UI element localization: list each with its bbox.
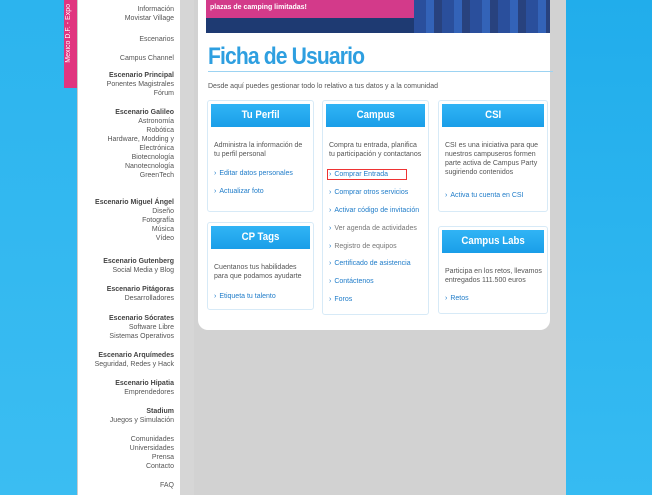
sidebar-item[interactable]: Fórum: [107, 89, 174, 98]
cptags-box: CP Tags Cuentanos tus habilidades para q…: [207, 222, 314, 310]
sidebar-group: Comunidades Universidades Prensa Contacto: [130, 435, 174, 471]
sidebar-group: Stadium Juegos y Simulación: [110, 407, 174, 425]
sidebar-group: Información Movistar Village: [125, 5, 174, 23]
sidebar-group: Escenario Gutenberg Social Media y Blog: [103, 257, 174, 275]
profile-box: Tu Perfil Administra la información de t…: [207, 100, 314, 212]
location-tab-label: Mexico D.F. - Expo: [65, 4, 72, 63]
activate-invitation-link[interactable]: Activar código de invitación: [329, 207, 419, 214]
main-content: plazas de camping limitadas! Ficha de Us…: [194, 0, 566, 495]
sidebar-group-title[interactable]: Escenario Arquímedes: [95, 351, 174, 360]
campus-box-header: Campus: [326, 104, 425, 127]
update-photo-link[interactable]: Actualizar foto: [214, 188, 263, 195]
sidebar-group-title[interactable]: Escenario Gutenberg: [103, 257, 174, 266]
forums-link[interactable]: Foros: [329, 296, 352, 303]
sidebar-item[interactable]: GreenTech: [107, 171, 174, 180]
location-tab[interactable]: Mexico D.F. - Expo: [64, 0, 77, 88]
sidebar-item[interactable]: Desarrolladores: [107, 294, 174, 303]
sidebar-item[interactable]: Sistemas Operativos: [109, 332, 174, 341]
cptags-box-desc: Cuentanos tus habilidades para que podam…: [214, 264, 302, 280]
sidebar-item-faq[interactable]: FAQ: [160, 482, 174, 489]
sidebar-item[interactable]: Información: [125, 5, 174, 14]
sidebar-nav: Información Movistar Village Escenarios Cam…: [77, 0, 180, 495]
sidebar-group: Escenarios: [139, 35, 174, 44]
sidebar-item[interactable]: Campus Channel: [120, 54, 174, 63]
campus-box: Campus Compra tu entrada, planifica tu p…: [322, 100, 429, 315]
sidebar-item[interactable]: Hardware, Modding y: [107, 135, 174, 144]
banner-image: [414, 0, 550, 33]
sidebar-item[interactable]: Comunidades: [130, 435, 174, 444]
intro-text: Desde aquí puedes gestionar todo lo rela…: [208, 83, 438, 90]
sidebar-group: Escenario Hipatia Emprendedores: [115, 379, 174, 397]
promo-banner[interactable]: plazas de camping limitadas!: [206, 0, 550, 33]
sidebar-item[interactable]: Electrónica: [107, 144, 174, 153]
page-title: Ficha de Usuario: [208, 43, 365, 70]
sidebar-group: Escenario Miguel Ángel Diseño Fotografía Mú…: [95, 198, 174, 243]
buy-services-link[interactable]: Comprar otros servicios: [329, 189, 408, 196]
labs-box-desc: Participa en los retos, llevamos entrega…: [445, 268, 542, 284]
sidebar-group-title[interactable]: Escenario Pitágoras: [107, 285, 174, 294]
csi-box: CSI CSI es una iniciativa para que nuest…: [438, 100, 548, 212]
sidebar-item[interactable]: Fotografía: [95, 216, 174, 225]
sidebar-group: Campus Channel: [120, 54, 174, 63]
profile-box-desc: Administra la información de tu perfil p…: [214, 142, 303, 158]
sidebar-item[interactable]: Nanotecnología: [107, 162, 174, 171]
csi-box-header: CSI: [442, 104, 544, 127]
labs-box: Campus Labs Participa en los retos, llev…: [438, 226, 548, 314]
attendance-certificate-link[interactable]: Certificado de asistencia: [329, 260, 410, 267]
sidebar-item[interactable]: Prensa: [130, 453, 174, 462]
sidebar-item[interactable]: Ponentes Magistrales: [107, 80, 174, 89]
sidebar-item[interactable]: Biotecnología: [107, 153, 174, 162]
banner-pink-bar: plazas de camping limitadas!: [206, 0, 414, 18]
sidebar-group-title[interactable]: Escenario Miguel Ángel: [95, 198, 174, 207]
campus-box-desc: Compra tu entrada, planifica tu particip…: [329, 142, 422, 158]
tag-talent-link[interactable]: Etiqueta tu talento: [214, 293, 275, 300]
sidebar-group: Escenario Galileo Astronomía Robótica Hardw…: [107, 108, 174, 180]
sidebar-item[interactable]: Contacto: [130, 462, 174, 471]
banner-text: plazas de camping limitadas!: [210, 4, 307, 11]
challenges-link[interactable]: Retos: [445, 295, 468, 302]
title-divider: [208, 71, 553, 72]
sidebar-group-title[interactable]: Stadium: [110, 407, 174, 416]
sidebar-item[interactable]: Seguridad, Redes y Hack: [95, 360, 174, 369]
buy-ticket-link[interactable]: Comprar Entrada: [327, 169, 407, 180]
edit-personal-data-link[interactable]: Editar datos personales: [214, 170, 293, 177]
sidebar-group: Escenario Arquímedes Seguridad, Redes y H…: [95, 351, 174, 369]
labs-box-header: Campus Labs: [442, 230, 544, 253]
sidebar-item[interactable]: Movistar Village: [125, 14, 174, 23]
view-agenda-link[interactable]: Ver agenda de actividades: [329, 225, 417, 232]
user-profile-card: plazas de camping limitadas! Ficha de Us…: [198, 0, 553, 330]
sidebar-group-title[interactable]: Escenario Galileo: [107, 108, 174, 117]
sidebar-item[interactable]: Vídeo: [95, 234, 174, 243]
sidebar-item[interactable]: Juegos y Simulación: [110, 416, 174, 425]
sidebar-group: Escenario Pitágoras Desarrolladores: [107, 285, 174, 303]
sidebar-item[interactable]: Software Libre: [109, 323, 174, 332]
sidebar-item[interactable]: Diseño: [95, 207, 174, 216]
sidebar-group-title[interactable]: Escenario Sócrates: [109, 314, 174, 323]
gutter: [180, 0, 194, 495]
profile-box-header: Tu Perfil: [211, 104, 310, 127]
sidebar-item[interactable]: Robótica: [107, 126, 174, 135]
banner-strip: [206, 18, 414, 33]
sidebar-item[interactable]: Emprendedores: [115, 388, 174, 397]
sidebar-item[interactable]: Astronomía: [107, 117, 174, 126]
sidebar-item[interactable]: Música: [95, 225, 174, 234]
sidebar-item[interactable]: Social Media y Blog: [103, 266, 174, 275]
sidebar-item[interactable]: Universidades: [130, 444, 174, 453]
csi-box-desc: CSI es una iniciativa para que nuestros …: [445, 142, 538, 176]
sidebar-group-title[interactable]: Escenario Hipatia: [115, 379, 174, 388]
right-background: [566, 0, 652, 495]
sidebar-group: Escenario Sócrates Software Libre Sistemas…: [109, 314, 174, 341]
sidebar-group: Escenario Principal Ponentes Magistrales F…: [107, 71, 174, 98]
team-registration-link[interactable]: Registro de equipos: [329, 243, 396, 250]
cptags-box-header: CP Tags: [211, 226, 310, 249]
activate-csi-link[interactable]: Activa tu cuenta en CSI: [445, 192, 523, 199]
contact-link[interactable]: Contáctenos: [329, 278, 373, 285]
sidebar-group-title[interactable]: Escenario Principal: [107, 71, 174, 80]
sidebar-item[interactable]: Escenarios: [139, 35, 174, 44]
